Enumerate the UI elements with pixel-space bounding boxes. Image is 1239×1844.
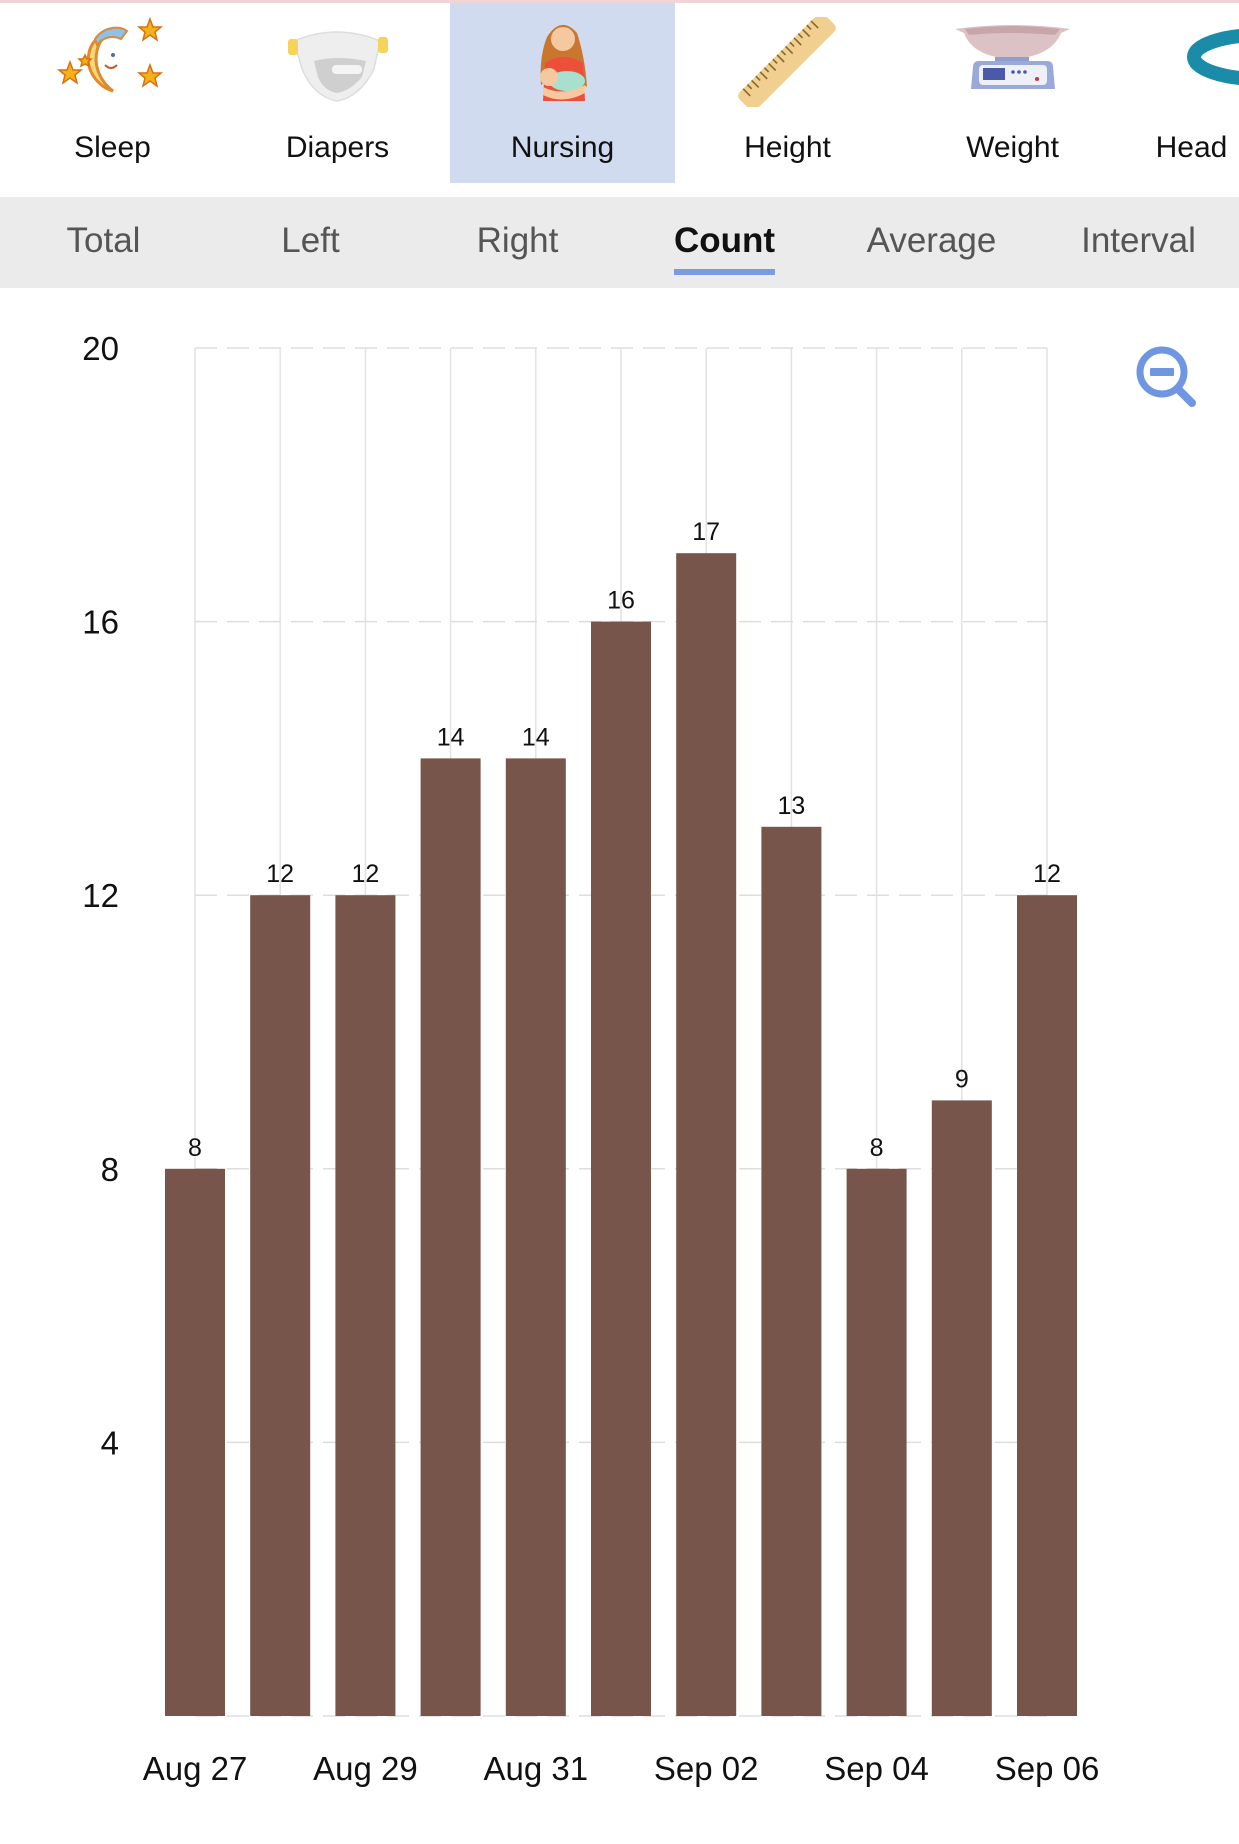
bar-sep-05 (931, 1100, 992, 1716)
category-head[interactable]: Head (1125, 3, 1239, 183)
tab-count[interactable]: Count (621, 197, 828, 288)
x-tick-label: Sep 06 (995, 1750, 1100, 1787)
bar-aug-27 (165, 1168, 225, 1716)
y-axis: 4 8 12 16 20 (82, 330, 119, 1461)
tab-total[interactable]: Total (0, 197, 207, 288)
x-tick-label: Sep 04 (824, 1750, 929, 1787)
y-tick-label: 20 (82, 330, 119, 367)
bars (165, 553, 1077, 1717)
bar-sep-06 (1017, 895, 1077, 1716)
bar-value-label: 12 (1033, 860, 1061, 888)
nursing-count-chart: 8 12 12 14 14 16 17 13 8 9 12 4 8 12 16 20 Aug 27 Aug 2… (0, 288, 1239, 1844)
x-tick-label: Aug 31 (484, 1750, 589, 1787)
bar-value-label: 17 (692, 518, 720, 546)
tab-label: Total (66, 221, 141, 260)
bar-chart: 812 1214 141617138912 48121620 Aug 27 Aug 2… (82, 330, 1100, 1787)
y-tick-label: 16 (82, 604, 119, 641)
tab-average[interactable]: Average (828, 197, 1035, 288)
bar-sep-04 (846, 1168, 907, 1716)
bar-value-label: 8 (870, 1134, 884, 1162)
x-axis: Aug 27 Aug 29 Aug 31 Sep 02 Sep 04 Sep 06 (143, 1750, 1100, 1787)
category-nursing[interactable]: Nursing (450, 3, 675, 183)
ruler-icon (738, 17, 836, 107)
bar-value-label: 12 (266, 860, 294, 888)
x-tick-label: Aug 27 (143, 1750, 248, 1787)
category-height[interactable]: Height (675, 3, 900, 183)
tab-label: Count (673, 221, 776, 260)
category-sleep[interactable]: Sleep (0, 3, 225, 183)
category-bar: Sleep Diapers Nursing Height Weight Head (0, 3, 1239, 197)
x-tick-label: Sep 02 (654, 1750, 759, 1787)
y-tick-label: 4 (101, 1424, 119, 1461)
bar-value-label: 16 (607, 587, 635, 615)
bar-value-label: 14 (437, 723, 465, 751)
y-tick-label: 12 (82, 877, 119, 914)
category-label: Sleep (74, 131, 151, 164)
tab-interval[interactable]: Interval (1035, 197, 1239, 288)
bar-aug-29 (335, 895, 396, 1716)
bar-value-label: 8 (188, 1134, 202, 1162)
tab-label: Right (476, 221, 559, 260)
nursing-mother-icon (540, 24, 587, 101)
measuring-tape-icon (1187, 29, 1239, 85)
y-tick-label: 8 (101, 1151, 119, 1188)
bar-sep-01 (591, 621, 651, 1716)
bar-value-label: 14 (522, 723, 550, 751)
bar-value-label: 9 (955, 1065, 969, 1093)
category-label: Head (1155, 131, 1228, 164)
bar-value-label: 12 (351, 860, 379, 888)
tab-label: Left (281, 221, 340, 260)
moon-sleep-icon (56, 17, 164, 93)
zoom-out-icon (1136, 346, 1196, 407)
active-tab-indicator (673, 269, 776, 275)
diaper-icon (288, 31, 388, 102)
tab-left[interactable]: Left (207, 197, 414, 288)
tab-label: Interval (1081, 221, 1196, 260)
tab-label: Average (866, 221, 997, 260)
scale-icon (955, 25, 1070, 89)
category-label: Nursing (510, 131, 615, 164)
category-label: Diapers (285, 131, 390, 164)
tab-right[interactable]: Right (414, 197, 621, 288)
bar-aug-30 (420, 758, 481, 1716)
zoom-out-button[interactable] (1132, 344, 1202, 410)
bar-aug-28 (250, 895, 311, 1716)
bar-sep-03 (761, 826, 822, 1716)
bar-aug-31 (505, 758, 566, 1716)
bar-sep-02 (676, 553, 737, 1717)
bar-value-label: 13 (777, 792, 805, 820)
metric-tab-bar: Total Left Right Count Average Interval (0, 197, 1239, 288)
category-diapers[interactable]: Diapers (225, 3, 450, 183)
x-tick-label: Aug 29 (313, 1750, 418, 1787)
category-label: Height (744, 131, 831, 164)
